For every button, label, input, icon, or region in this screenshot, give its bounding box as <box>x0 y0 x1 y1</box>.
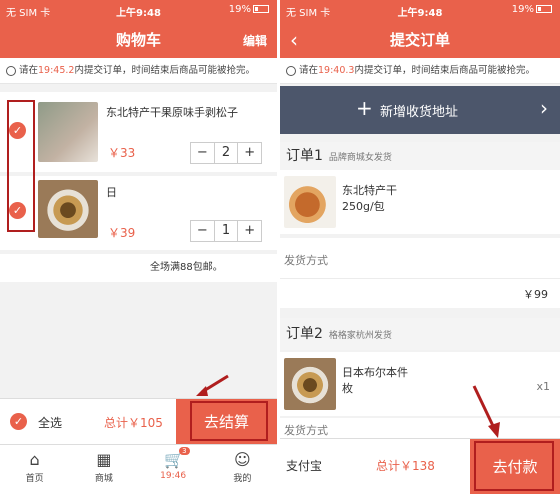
annotation-highlight-box <box>7 100 35 232</box>
notice-suffix: 内提交订单，时间结束后商品可能被抢完。 <box>74 65 255 76</box>
countdown-notice: 请在19:45.2内提交订单，时间结束后商品可能被抢完。 <box>0 58 277 84</box>
product-price: ￥39 <box>108 226 136 240</box>
product-image <box>284 176 336 228</box>
product-name[interactable]: 东北特产干果原味手剥松子 <box>106 104 238 120</box>
notice-prefix: 请在 <box>19 65 39 76</box>
order1-shipping[interactable]: 发货方式 ￥99 <box>280 238 560 308</box>
tab-cart[interactable]: 🛒 3 19:46 <box>139 445 208 494</box>
cart-total: 总计￥105 <box>104 416 163 430</box>
decrement-button[interactable]: − <box>191 143 214 163</box>
select-all-label[interactable]: 全选 <box>38 414 62 431</box>
battery-indicator: 19% <box>229 4 269 15</box>
clock-icon <box>6 65 16 76</box>
order1-item: 东北特产干 250g/包 <box>280 170 560 234</box>
screenshot-composite: 无 SIM 卡 上午9:48 19% 购物车 编辑 请在19:45.2内提交订单… <box>0 0 560 494</box>
order2-qty: x1 <box>536 380 550 393</box>
annotation-arrow-icon <box>196 374 229 396</box>
order2-label: 订单2 <box>286 326 323 342</box>
add-address-label: 新增收货地址 <box>380 105 459 120</box>
product-image[interactable] <box>38 180 98 238</box>
battery-percent: 19% <box>228 4 251 15</box>
home-icon: ⌂ <box>29 450 40 469</box>
add-address-button[interactable]: + 新增收货地址 › <box>280 86 560 134</box>
increment-button[interactable]: + <box>238 221 261 241</box>
order2-shipping[interactable]: 发货方式 <box>280 418 560 438</box>
tab-home[interactable]: ⌂ 首页 <box>0 445 69 494</box>
order1-item-spec: 250g/包 <box>342 200 385 213</box>
product-image <box>284 358 336 410</box>
page-title: 购物车 <box>115 31 161 49</box>
order2-item-spec: 枚 <box>342 382 353 395</box>
status-bar: 无 SIM 卡 上午9:48 19% <box>0 0 277 20</box>
tab-bar: ⌂ 首页 ▦ 商城 🛒 3 19:46 ☺ 我的 <box>0 444 277 494</box>
annotation-arrow-icon <box>472 385 500 438</box>
order1-item-name: 东北特产干 <box>342 184 397 197</box>
order1-seller: 品牌商城女发货 <box>328 153 392 163</box>
grid-icon: ▦ <box>96 450 112 469</box>
increment-button[interactable]: + <box>238 143 261 163</box>
notice-suffix: 内提交订单，时间结束后商品可能被抢完。 <box>354 65 535 76</box>
promo-banner: 全场满88包邮。 <box>0 254 277 282</box>
chevron-right-icon: › <box>540 96 548 120</box>
user-icon: ☺ <box>234 450 251 469</box>
order2-header: 订单2 格格家杭州发货 <box>280 318 560 350</box>
battery-icon <box>253 5 269 13</box>
pay-bar: 支付宝 总计￥138 去付款 <box>280 438 560 494</box>
quantity-value[interactable]: 2 <box>213 143 239 163</box>
notice-countdown: 19:45.2 <box>38 65 75 76</box>
tab-mall[interactable]: ▦ 商城 <box>69 445 138 494</box>
battery-indicator: 19% <box>512 4 552 15</box>
product-image[interactable] <box>38 102 98 162</box>
battery-icon <box>536 5 552 13</box>
annotation-highlight-box <box>190 401 268 441</box>
order1-amount: ￥99 <box>523 288 548 301</box>
payment-method[interactable]: 支付宝 <box>286 457 322 474</box>
product-name[interactable]: 日 <box>106 184 117 200</box>
cart-item[interactable]: ✓ 日 ￥39 − 1 + <box>0 176 277 250</box>
cart-item[interactable]: ✓ 东北特产干果原味手剥松子 ￥33 − 2 + <box>0 92 277 172</box>
cart-screen: 无 SIM 卡 上午9:48 19% 购物车 编辑 请在19:45.2内提交订单… <box>0 0 277 494</box>
quantity-stepper[interactable]: − 2 + <box>190 142 262 164</box>
countdown-notice: 请在19:40.3内提交订单，时间结束后商品可能被抢完。 <box>280 58 560 84</box>
checkout-bar: ✓ 全选 总计￥105 去结算 <box>0 398 277 445</box>
quantity-stepper[interactable]: − 1 + <box>190 220 262 242</box>
tab-label: 我的 <box>233 474 252 484</box>
select-all-check-icon[interactable]: ✓ <box>10 413 27 430</box>
tab-label: 商城 <box>94 474 113 484</box>
quantity-value[interactable]: 1 <box>213 221 239 241</box>
cart-badge: 3 <box>179 447 190 455</box>
order2-seller: 格格家杭州发货 <box>328 331 392 341</box>
order-total: 总计￥138 <box>376 459 435 473</box>
order1-header: 订单1 品牌商城女发货 <box>280 142 560 170</box>
product-price: ￥33 <box>108 146 136 160</box>
edit-button[interactable]: 编辑 <box>243 32 267 49</box>
order-screen: 无 SIM 卡 上午9:48 19% ‹ 提交订单 请在19:40.3内提交订单… <box>280 0 560 494</box>
cart-navbar: 购物车 编辑 <box>0 20 277 58</box>
divider <box>280 278 560 279</box>
shipping-label: 发货方式 <box>284 254 328 267</box>
tab-mine[interactable]: ☺ 我的 <box>208 445 277 494</box>
shipping-label: 发货方式 <box>284 424 328 437</box>
clock-icon <box>286 65 296 76</box>
order2-item-name: 日本布尔本件 <box>342 366 408 379</box>
battery-percent: 19% <box>511 4 534 15</box>
order2-item: 日本布尔本件 枚 x1 <box>280 352 560 416</box>
order-navbar: ‹ 提交订单 <box>280 20 560 58</box>
status-bar: 无 SIM 卡 上午9:48 19% <box>280 0 560 20</box>
promo-text: 全场满88包邮。 <box>150 262 223 273</box>
annotation-highlight-box <box>474 441 554 491</box>
decrement-button[interactable]: − <box>191 221 214 241</box>
page-title: 提交订单 <box>389 31 450 49</box>
tab-label: 首页 <box>25 474 44 484</box>
notice-countdown: 19:40.3 <box>318 65 355 76</box>
notice-prefix: 请在 <box>299 65 319 76</box>
order1-label: 订单1 <box>286 148 323 164</box>
tab-label: 19:46 <box>160 471 187 481</box>
plus-icon: + <box>356 96 373 120</box>
